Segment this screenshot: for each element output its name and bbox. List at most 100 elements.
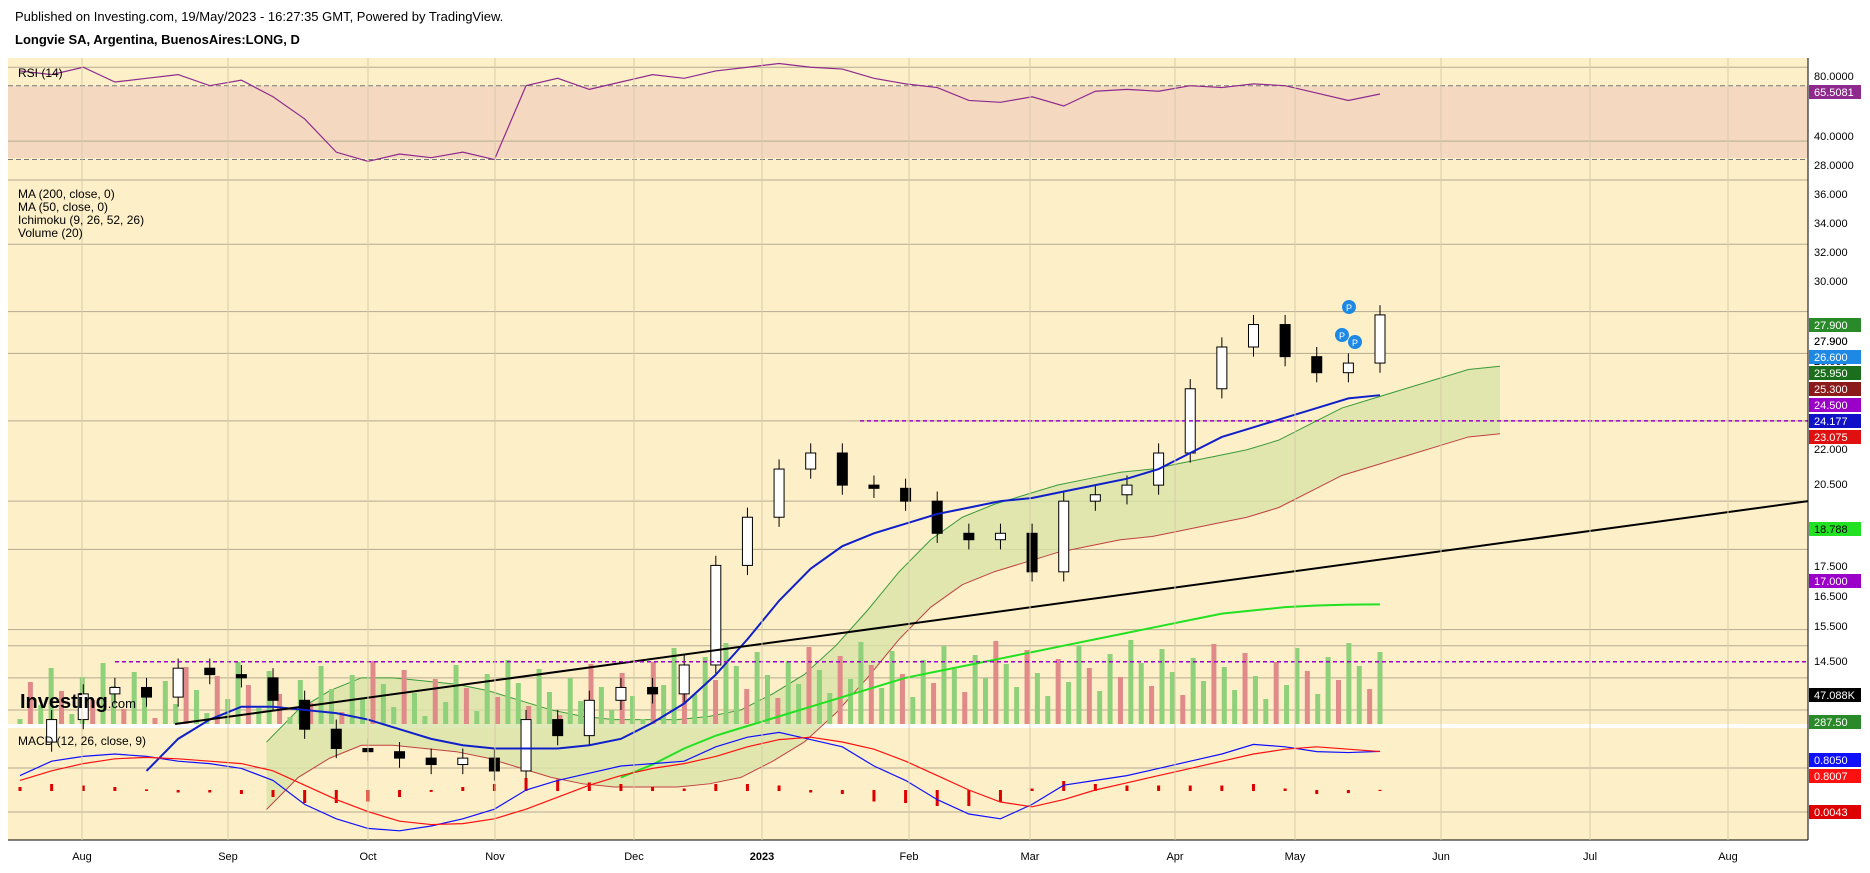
volume-bar [1356,666,1362,724]
macd-histogram-bar [1346,790,1350,794]
candle-body [552,719,564,737]
price-axis: 80.0000 40.0000 28.0000 65.5081 36.000 34.000… [1807,58,1861,840]
volume-bar [412,693,418,724]
time-tick-label: Oct [359,851,376,863]
time-tick-label: Apr [1166,851,1183,863]
macd-histogram-bar [145,789,149,791]
price-value-tag-text: 24.500 [1814,400,1848,412]
time-tick-label: Nov [485,851,505,863]
macd-histogram-bar [1125,785,1129,791]
volume-bar [1066,682,1072,724]
volume-bar [536,669,542,724]
price-tick-label: 20.500 [1814,479,1848,491]
volume-bar [1003,664,1009,724]
volume-bar [879,688,885,724]
indicator-label-ma200: MA (200, close, 0) [18,187,115,201]
volume-bar [806,647,812,724]
candle-body [1311,356,1323,374]
macd-histogram-bar [239,790,243,794]
volume-bar [1325,657,1331,724]
macd-value-tag-text: 0.0043 [1814,807,1848,819]
macd-label: MACD (12, 26, close, 9) [18,734,146,748]
volume-bar [1252,676,1258,724]
candle-body [678,664,690,695]
macd-histogram-bar [176,790,180,793]
macd-histogram-bar [461,787,465,791]
indicator-label-ichimoku: Ichimoku (9, 26, 52, 26) [18,213,144,227]
volume-bar [567,678,573,724]
volume-bar [443,702,449,724]
time-tick-label: Aug [1718,851,1738,863]
macd-histogram-bar [1030,788,1034,791]
macd-histogram-bar [18,787,22,791]
macd-histogram-bar [1315,790,1319,794]
indicator-label-volume: Volume (20) [18,226,83,240]
volume-bar [775,698,781,724]
volume-bar [1304,671,1310,724]
volume-bar [692,694,698,724]
volume-bar [910,697,916,724]
volume-bar [69,714,75,724]
volume-bar [1315,694,1321,724]
macd-histogram-bar [967,790,971,806]
macd-histogram-bar [651,787,655,791]
volume-bar [1128,640,1134,724]
macd-histogram-bar [1220,785,1224,791]
rsi-label: RSI (14) [18,66,63,80]
macd-histogram-bar [524,778,528,791]
price-value-tag-text: 27.900 [1814,336,1848,348]
volume-bar [1014,687,1020,724]
volume-bar [931,683,937,724]
volume-bar [318,666,324,724]
volume-bar [899,674,905,724]
price-tick-label: 16.500 [1814,591,1848,603]
volume-bar [1117,677,1123,724]
candle-body [394,751,406,759]
candle-body [520,719,532,772]
candle-body [109,686,121,695]
volume-bar [515,683,521,724]
time-tick-label: Sep [218,851,238,863]
macd-histogram-bar [113,787,117,791]
candle-body [235,674,247,679]
macd-histogram-bar [1283,788,1287,791]
volume-bar [380,684,386,724]
rsi-tick-label: 80.0000 [1814,71,1854,83]
macd-histogram-bar [398,790,402,797]
chart-canvas[interactable]: 80.0000 40.0000 28.0000 65.5081 36.000 34.000… [0,0,1870,873]
price-value-tag-text: 25.300 [1814,384,1848,396]
macd-histogram-bar [208,790,212,793]
volume-bar [173,704,179,724]
svg-text:P: P [1346,303,1352,313]
volume-bar [1180,695,1186,724]
volume-bar [837,656,843,724]
svg-text:P: P [1352,338,1358,348]
volume-bar [951,669,957,724]
time-tick-label: May [1285,851,1306,863]
volume-bar [578,701,584,724]
candle-body [1374,314,1386,364]
volume-bar [422,716,428,724]
price-tick-label: 15.500 [1814,621,1848,633]
price-pane [8,178,1808,724]
price-value-tag-text: 25.950 [1814,368,1848,380]
candle-body [204,667,216,676]
volume-bar [193,690,199,724]
candle-body [773,468,785,518]
price-tick-label: 32.000 [1814,247,1848,259]
price-value-tag-text: 24.177 [1814,416,1848,428]
macd-histogram-bar [777,785,781,791]
candle-body [741,516,753,566]
volume-bar [1273,662,1279,724]
volume-bar [972,655,978,724]
macd-histogram-bar [1378,789,1382,791]
macd-histogram-bar [745,784,749,791]
candle-body [299,699,311,730]
candle-body [1279,324,1291,358]
macd-value-tag-text: 0.8007 [1814,771,1848,783]
candle-body [1058,500,1070,573]
volume-bar [733,666,739,724]
candle-body [931,500,943,534]
volume-bar [1076,645,1082,724]
time-tick-label: Mar [1021,851,1040,863]
